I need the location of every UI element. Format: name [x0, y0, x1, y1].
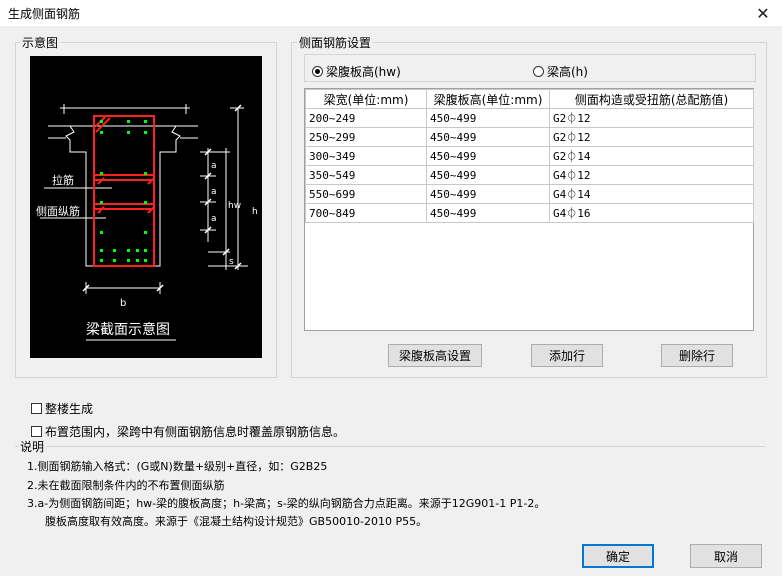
- ok-button[interactable]: 确定: [582, 544, 654, 568]
- column-header-web-height[interactable]: 梁腹板高(单位:mm): [426, 89, 550, 109]
- table-header-row: 梁宽(单位:mm) 梁腹板高(单位:mm) 侧面构造或受扭筋(总配筋值): [305, 89, 754, 109]
- radio-web-height-label: 梁腹板高(hw): [326, 65, 401, 79]
- cell-web-height[interactable]: 450~499: [426, 203, 550, 223]
- table-row[interactable]: 700~849 450~499 G4⏀16: [305, 203, 754, 223]
- dim-hw: hw: [228, 201, 241, 211]
- whole-building-label: 整楼生成: [45, 402, 94, 416]
- cell-web-height[interactable]: 450~499: [426, 184, 550, 204]
- dim-a1: a: [211, 161, 217, 171]
- dim-a2: a: [211, 187, 217, 197]
- dim-a3: a: [211, 214, 217, 224]
- add-row-button[interactable]: 添加行: [531, 344, 603, 367]
- cancel-button[interactable]: 取消: [690, 544, 762, 568]
- cell-web-height[interactable]: 450~499: [426, 127, 550, 147]
- table-row[interactable]: 550~699 450~499 G4⏀14: [305, 184, 754, 204]
- dim-h: h: [252, 207, 258, 217]
- window-title: 生成侧面钢筋: [8, 7, 81, 21]
- radio-beam-height-indicator[interactable]: [533, 66, 544, 77]
- diagram-caption: 梁截面示意图: [86, 321, 170, 338]
- title-bar: [0, 0, 782, 26]
- cell-side-rebar[interactable]: G2⏀12: [549, 127, 754, 147]
- radio-web-height[interactable]: 梁腹板高(hw): [312, 63, 401, 80]
- delete-row-button[interactable]: 删除行: [661, 344, 733, 367]
- label-tie: 拉筋: [52, 173, 74, 187]
- overwrite-checkbox[interactable]: 布置范围内，梁跨中有侧面钢筋信息时覆盖原钢筋信息。: [31, 423, 345, 440]
- cell-web-height[interactable]: 450~499: [426, 165, 550, 185]
- diagram-group-label: 示意图: [20, 34, 61, 51]
- cell-width[interactable]: 250~299: [305, 127, 427, 147]
- radio-beam-height[interactable]: 梁高(h): [533, 63, 588, 80]
- settings-group-label: 侧面钢筋设置: [297, 34, 374, 51]
- column-header-width[interactable]: 梁宽(单位:mm): [305, 89, 427, 109]
- rebar-table: 梁宽(单位:mm) 梁腹板高(单位:mm) 侧面构造或受扭筋(总配筋值) 200…: [305, 89, 754, 223]
- table-row[interactable]: 350~549 450~499 G4⏀12: [305, 165, 754, 185]
- cell-side-rebar[interactable]: G4⏀12: [549, 165, 754, 185]
- close-icon: ✕: [756, 3, 770, 23]
- whole-building-checkbox[interactable]: 整楼生成: [31, 400, 93, 417]
- note-line-4: 腹板高度取有效高度。来源于《混凝土结构设计规范》GB50010-2010 P55…: [45, 515, 428, 528]
- cell-web-height[interactable]: 450~499: [426, 108, 550, 128]
- note-line-3: 3.a-为侧面钢筋间距；hw-梁的腹板高度；h-梁高；s-梁的纵向钢筋合力点距离…: [27, 497, 546, 510]
- whole-building-checkbox-box[interactable]: [31, 403, 42, 414]
- cell-width[interactable]: 700~849: [305, 203, 427, 223]
- beam-section-diagram: 拉筋 侧面纵筋 a a a hw h s b 梁截面示意图: [30, 56, 262, 358]
- radio-beam-height-label: 梁高(h): [547, 65, 588, 79]
- cell-width[interactable]: 350~549: [305, 165, 427, 185]
- web-height-settings-button[interactable]: 梁腹板高设置: [388, 344, 482, 367]
- cell-side-rebar[interactable]: G4⏀14: [549, 184, 754, 204]
- note-line-2: 2.未在截面限制条件内的不布置侧面纵筋: [27, 479, 225, 492]
- rebar-table-container: 梁宽(单位:mm) 梁腹板高(单位:mm) 侧面构造或受扭筋(总配筋值) 200…: [304, 88, 754, 331]
- column-header-side-rebar[interactable]: 侧面构造或受扭筋(总配筋值): [549, 89, 754, 109]
- close-button[interactable]: ✕: [744, 0, 782, 26]
- cell-width[interactable]: 300~349: [305, 146, 427, 166]
- dim-s: s: [229, 257, 234, 267]
- beam-section-svg: 拉筋 侧面纵筋 a a a hw h s b 梁截面示意图: [36, 104, 258, 341]
- table-row[interactable]: 250~299 450~499 G2⏀12: [305, 127, 754, 147]
- stirrup: [93, 115, 155, 267]
- notes-title: 说明: [18, 438, 47, 455]
- cell-width[interactable]: 200~249: [305, 108, 427, 128]
- table-row[interactable]: 300~349 450~499 G2⏀14: [305, 146, 754, 166]
- radio-web-height-indicator[interactable]: [312, 66, 323, 77]
- cell-side-rebar[interactable]: G2⏀14: [549, 146, 754, 166]
- overwrite-label: 布置范围内，梁跨中有侧面钢筋信息时覆盖原钢筋信息。: [45, 425, 346, 439]
- label-side-bar: 侧面纵筋: [36, 204, 80, 218]
- cell-width[interactable]: 550~699: [305, 184, 427, 204]
- cell-web-height[interactable]: 450~499: [426, 146, 550, 166]
- table-row[interactable]: 200~249 450~499 G2⏀12: [305, 108, 754, 128]
- cell-side-rebar[interactable]: G4⏀16: [549, 203, 754, 223]
- dim-b: b: [120, 298, 126, 309]
- cell-side-rebar[interactable]: G2⏀12: [549, 108, 754, 128]
- note-line-1: 1.侧面钢筋输入格式：(G或N)数量+级别+直径，如：G2B25: [27, 460, 328, 473]
- overwrite-checkbox-box[interactable]: [31, 426, 42, 437]
